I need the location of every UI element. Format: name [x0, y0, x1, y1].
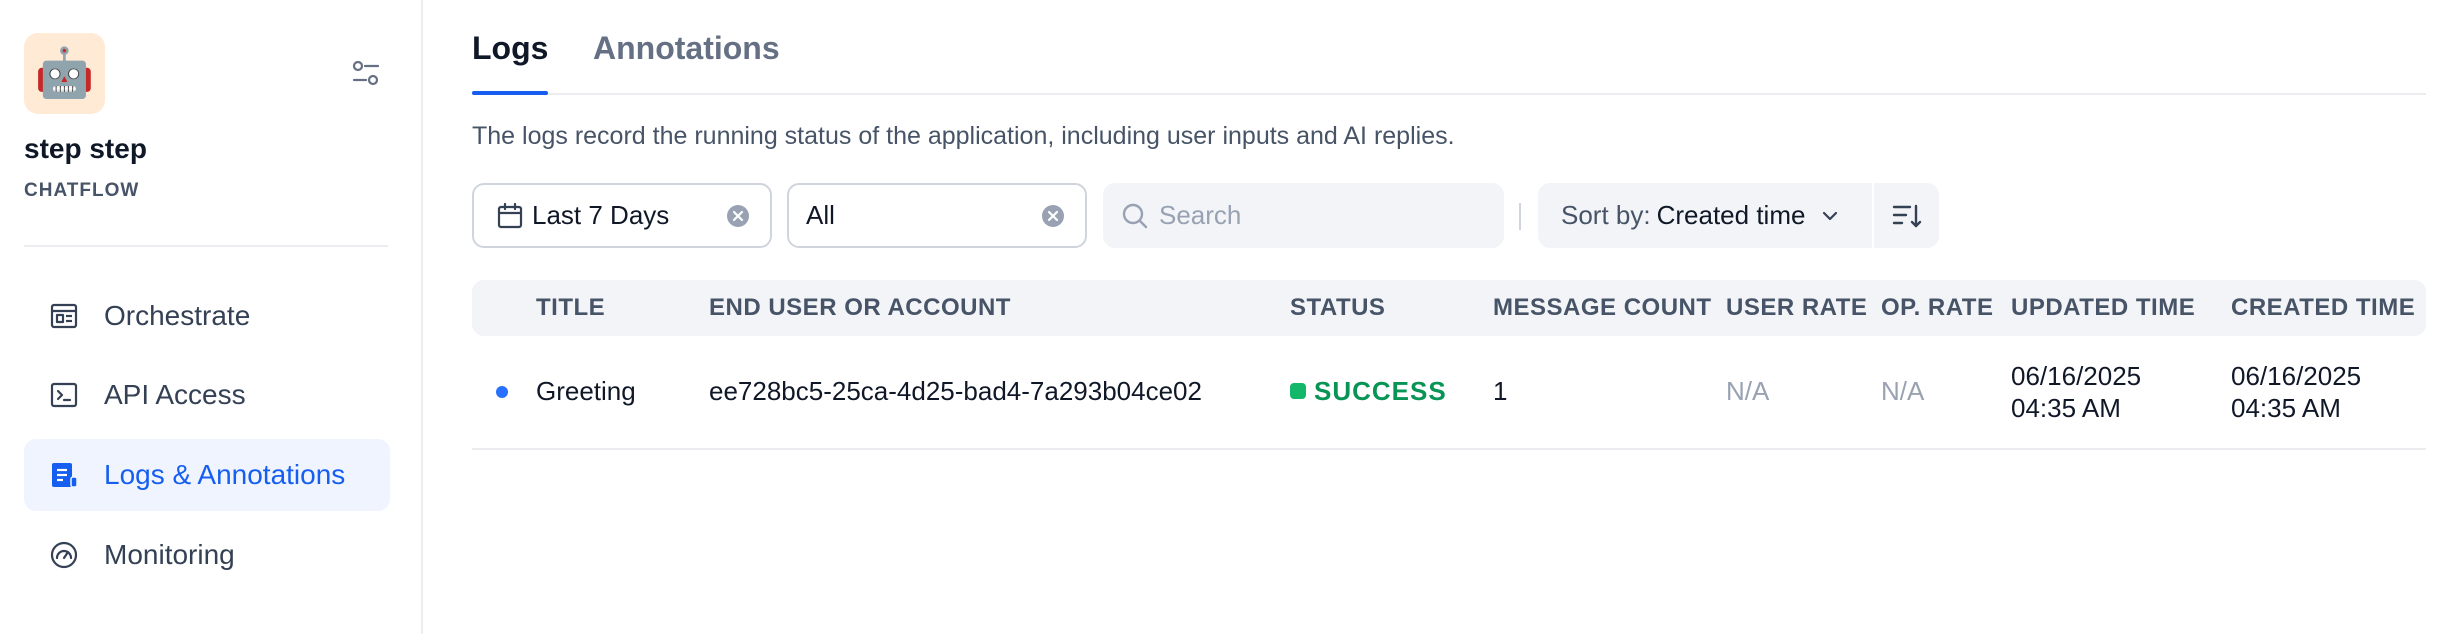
calendar-icon	[497, 202, 523, 228]
sliders-icon	[352, 60, 380, 86]
sidebar-item-monitoring[interactable]: Monitoring	[24, 519, 390, 591]
column-header-title[interactable]: TITLE	[536, 280, 605, 336]
created-date: 06/16/2025	[2231, 361, 2362, 391]
created-clock: 04:35 AM	[2231, 393, 2341, 423]
chevron-down-icon	[1823, 211, 1838, 220]
file-list-icon	[48, 459, 80, 491]
column-header-end-user[interactable]: END USER OR ACCOUNT	[709, 280, 1011, 336]
sidebar-item-label: API Access	[104, 379, 246, 410]
sort-value: Created time	[1656, 200, 1806, 230]
logs-table-header: TITLE END USER OR ACCOUNT STATUS MESSAGE…	[472, 280, 2426, 336]
page-description: The logs record the running status of th…	[472, 122, 1455, 150]
column-header-updated-time[interactable]: UPDATED TIME	[2011, 280, 2195, 336]
search-box[interactable]: Search	[1103, 183, 1504, 248]
period-value: Last 7 Days	[532, 200, 670, 230]
row-op-rate: N/A	[1881, 376, 1925, 406]
column-header-status[interactable]: STATUS	[1290, 280, 1385, 336]
row-title: Greeting	[536, 376, 636, 406]
table-row[interactable]: Greeting ee728bc5-25ca-4d25-bad4-7a293b0…	[472, 336, 2426, 450]
robot-face-icon: 🤖	[34, 46, 95, 100]
row-user-rate: N/A	[1726, 376, 1770, 406]
sidebar-item-label: Monitoring	[104, 539, 235, 570]
app-icon: 🤖	[24, 33, 105, 114]
row-created-time: 06/16/2025 04:35 AM	[2231, 360, 2361, 424]
annotation-status-select[interactable]: All	[787, 183, 1087, 248]
row-updated-time: 06/16/2025 04:35 AM	[2011, 360, 2141, 424]
column-header-op-rate[interactable]: OP. RATE	[1881, 280, 1993, 336]
search-icon	[1122, 203, 1148, 228]
sort-order-button[interactable]	[1874, 183, 1939, 248]
updated-date: 06/16/2025	[2011, 361, 2142, 391]
updated-clock: 04:35 AM	[2011, 393, 2121, 423]
tab-logs[interactable]: Logs	[472, 30, 549, 95]
layout-window-icon	[48, 300, 80, 332]
sidebar-item-api-access[interactable]: API Access	[24, 359, 390, 431]
sidebar-item-orchestrate[interactable]: Orchestrate	[24, 280, 390, 352]
unread-indicator-icon	[496, 386, 508, 398]
search-input[interactable]: Search	[1159, 200, 1241, 231]
app-name: step step	[24, 133, 147, 164]
clear-status-icon[interactable]	[1041, 204, 1065, 228]
column-header-message-count[interactable]: MESSAGE COUNT	[1493, 280, 1712, 336]
app-settings-button[interactable]	[346, 56, 386, 90]
app-type-label: CHATFLOW	[24, 180, 140, 201]
tab-annotations[interactable]: Annotations	[593, 30, 780, 95]
sidebar-item-logs-annotations[interactable]: Logs & Annotations	[24, 439, 390, 511]
sidebar-divider	[24, 245, 388, 247]
column-header-user-rate[interactable]: USER RATE	[1726, 280, 1867, 336]
annotation-status-value: All	[806, 200, 835, 230]
sidebar: 🤖 step step CHATFLOW Orchestrate API Acc…	[0, 0, 423, 634]
sidebar-item-label: Orchestrate	[104, 300, 251, 331]
status-badge: SUCCESS	[1290, 376, 1447, 407]
period-select[interactable]: Last 7 Days	[472, 183, 772, 248]
status-success-icon	[1290, 383, 1306, 400]
row-end-user: ee728bc5-25ca-4d25-bad4-7a293b04ce02	[709, 376, 1202, 406]
terminal-icon	[48, 379, 80, 411]
sidebar-item-label: Logs & Annotations	[104, 459, 346, 490]
clear-period-icon[interactable]	[726, 204, 750, 228]
sort-descending-icon	[1892, 204, 1921, 227]
tab-bar: Logs Annotations	[472, 0, 2426, 95]
sort-select[interactable]: Sort by: Created time	[1538, 183, 1872, 248]
status-text: SUCCESS	[1314, 376, 1447, 406]
column-header-created-time[interactable]: CREATED TIME	[2231, 280, 2415, 336]
dashboard-gauge-icon	[48, 539, 80, 571]
sort-prefix: Sort by:	[1561, 200, 1651, 230]
row-message-count: 1	[1493, 376, 1508, 406]
filter-divider	[1519, 203, 1521, 230]
